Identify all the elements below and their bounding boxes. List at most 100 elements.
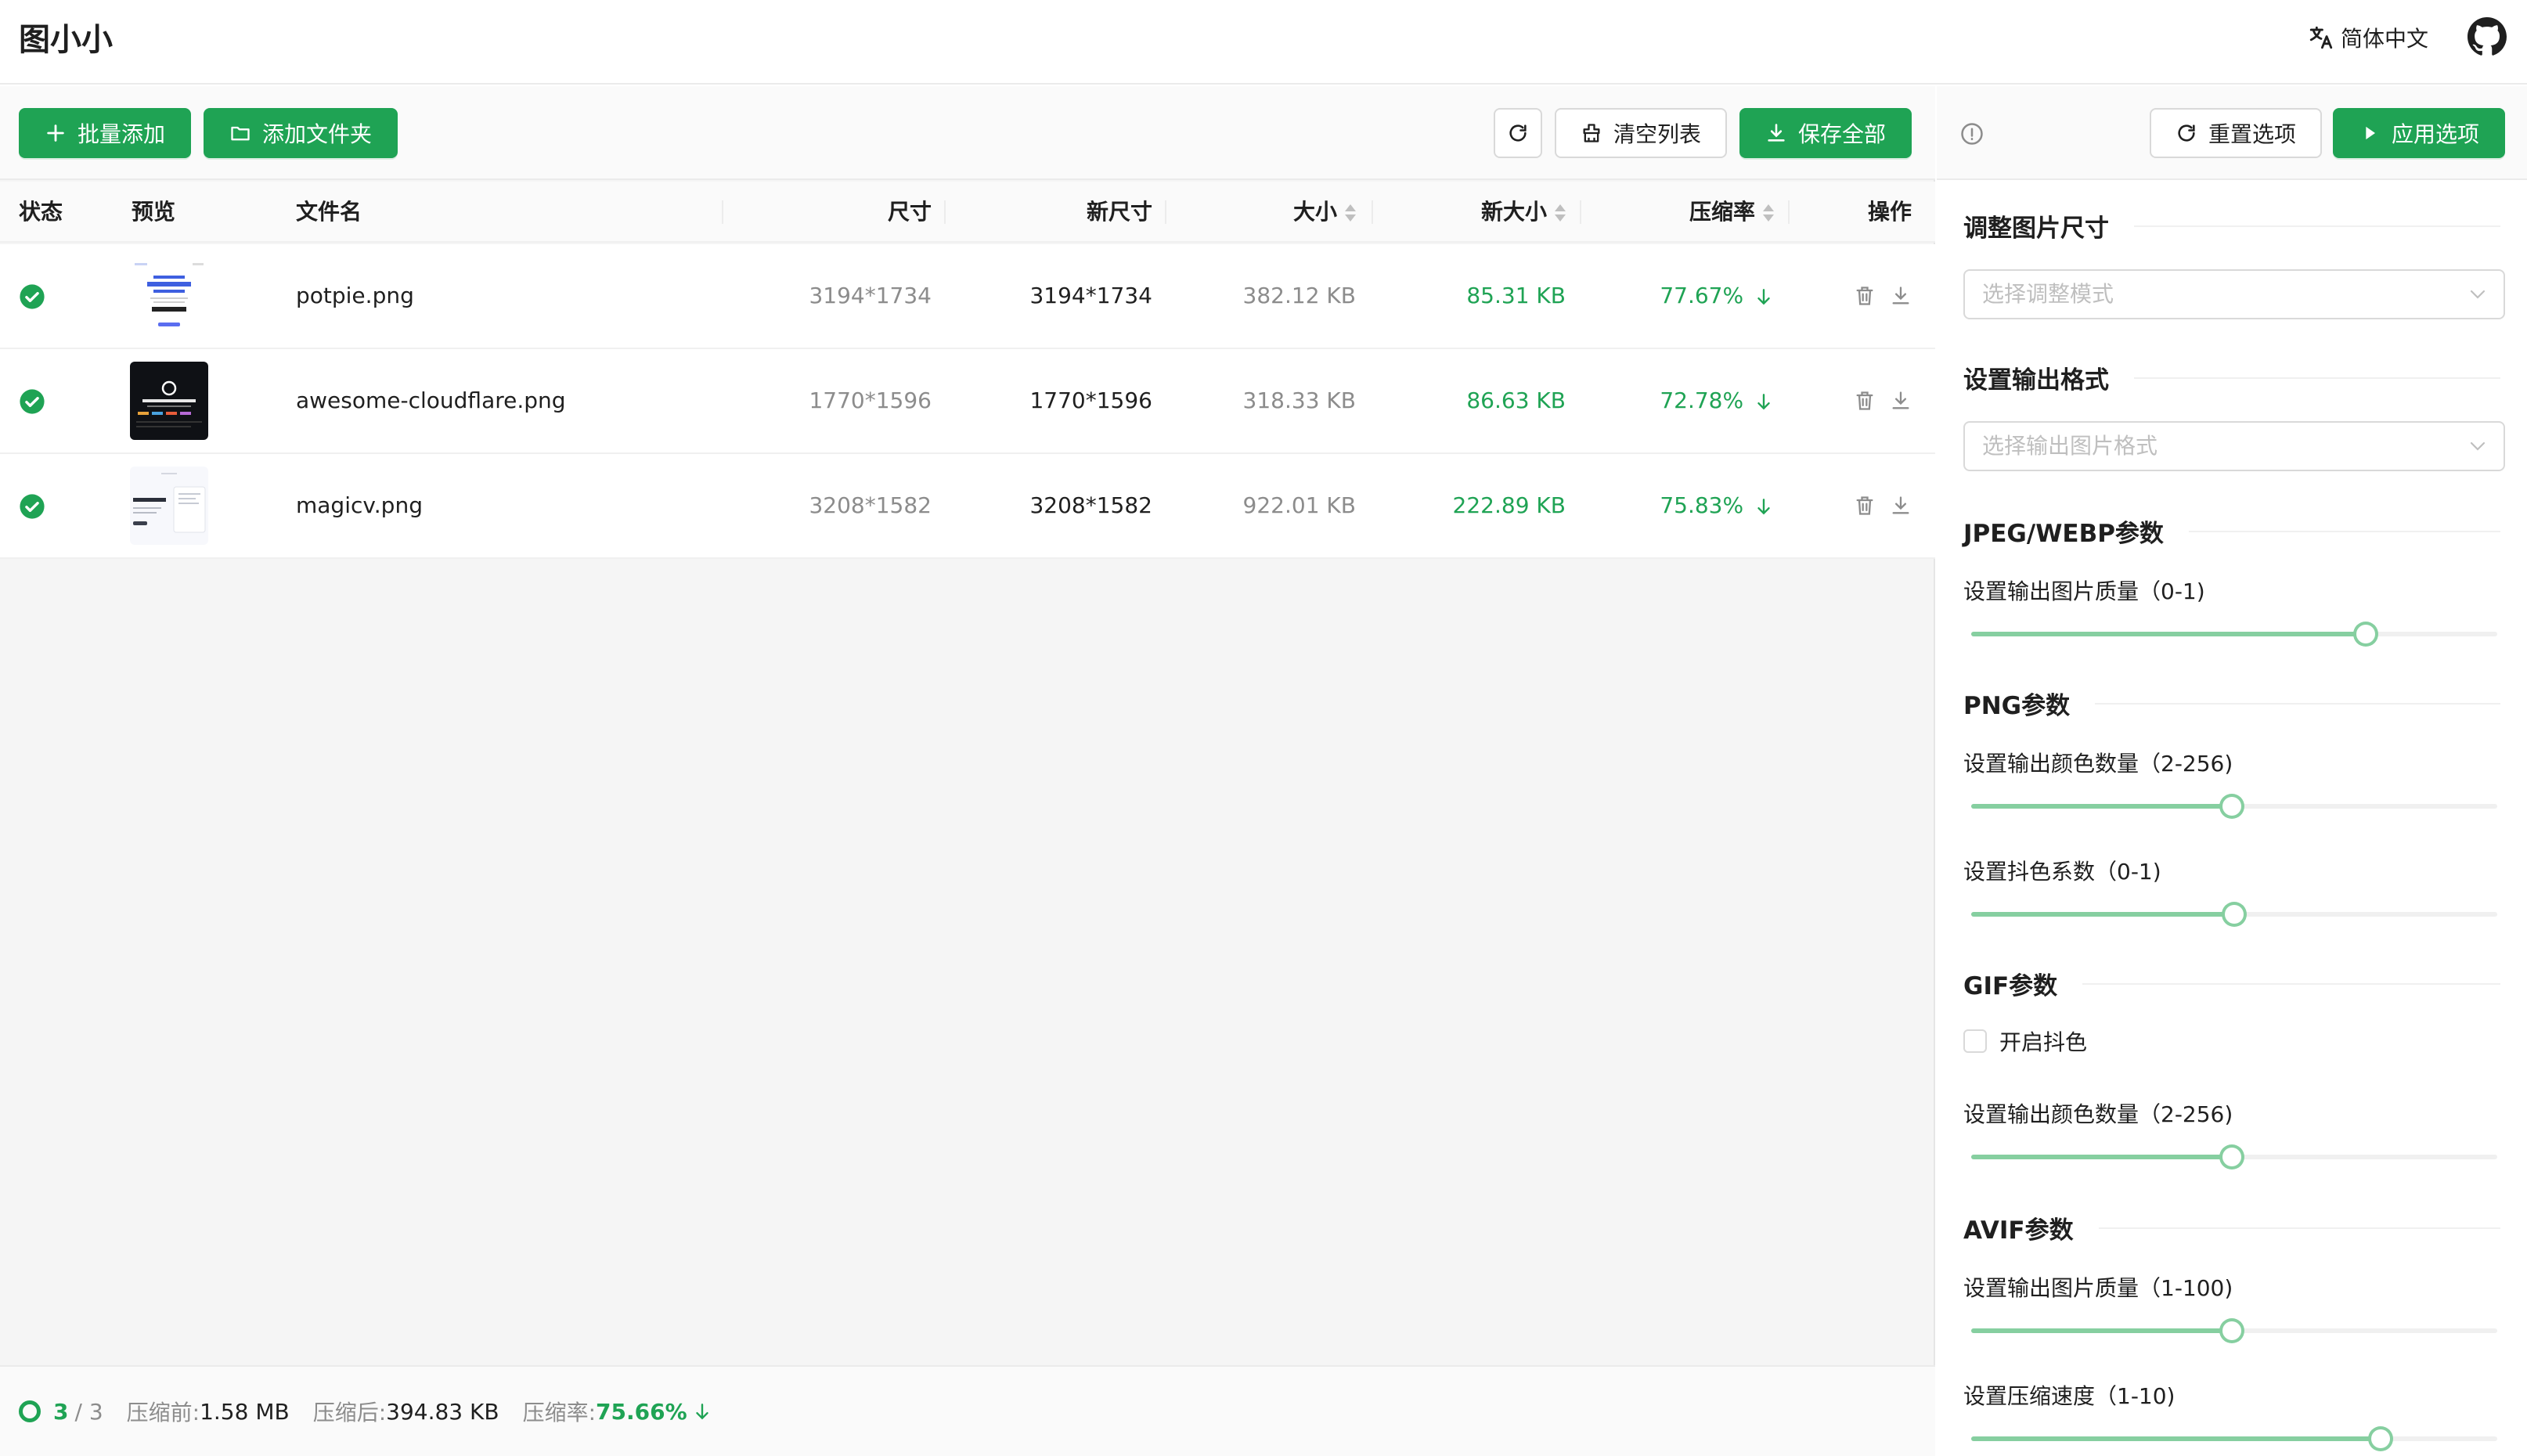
avif-speed-label: 设置压缩速度（1-10): [1963, 1383, 2176, 1409]
png-colors-slider[interactable]: [1963, 794, 2505, 819]
column-rate-label: 压缩率: [1689, 199, 1755, 225]
resize-mode-select[interactable]: 选择调整模式: [1963, 269, 2505, 319]
arrow-down-icon: [1757, 289, 1770, 305]
delete-icon[interactable]: [1854, 495, 1876, 517]
slider-handle[interactable]: [2356, 625, 2375, 643]
format-section-title: 设置输出格式: [1963, 360, 2500, 395]
avif-speed-slider[interactable]: [1963, 1426, 2505, 1451]
toolbar: 批量添加 添加文件夹 清空列表 保存全部: [0, 86, 1935, 180]
slider-handle[interactable]: [2222, 1148, 2242, 1166]
clear-list-button[interactable]: 清空列表: [1555, 108, 1727, 158]
delete-icon[interactable]: [1854, 390, 1876, 412]
download-icon[interactable]: [1890, 285, 1912, 307]
download-icon[interactable]: [1890, 390, 1912, 412]
gif-dither-checkbox[interactable]: [1963, 1029, 1987, 1053]
reset-icon: [2178, 124, 2195, 142]
after-size-label: 压缩后:: [312, 1400, 387, 1425]
column-new-size[interactable]: 新大小: [1481, 182, 1566, 243]
after-size-value: 394.83 KB: [386, 1398, 499, 1425]
language-switcher[interactable]: 简体中文: [2308, 22, 2428, 53]
column-rate[interactable]: 压缩率: [1689, 182, 1774, 243]
output-format-select[interactable]: 选择输出图片格式: [1963, 421, 2505, 471]
slider-handle[interactable]: [2370, 1429, 2390, 1448]
column-preview: 预览: [132, 199, 176, 225]
download-icon[interactable]: [1890, 495, 1912, 517]
new-dimension: 3208*1582: [1029, 492, 1152, 518]
new-size: 85.31 KB: [1466, 283, 1566, 308]
slider-track: [1971, 632, 2366, 636]
refresh-icon: [1509, 124, 1527, 142]
column-dimension: 尺寸: [887, 199, 932, 225]
gif-colors-slider[interactable]: [1963, 1144, 2505, 1169]
options-toolbar: 重置选项 应用选项: [1937, 86, 2527, 180]
preview-thumbnail[interactable]: [130, 362, 208, 440]
delete-icon[interactable]: [1854, 285, 1876, 307]
app-title: 图小小: [19, 22, 113, 58]
avif-quality-slider[interactable]: [1963, 1318, 2505, 1343]
jpeg-quality-slider[interactable]: [1963, 622, 2505, 647]
slider-handle[interactable]: [2225, 905, 2244, 924]
chevron-down-icon: [2470, 441, 2486, 451]
clear-list-label: 清空列表: [1613, 121, 1701, 147]
reset-options-button[interactable]: 重置选项: [2150, 108, 2322, 158]
refresh-button[interactable]: [1494, 108, 1542, 158]
compression-rate: 77.67%: [1660, 244, 1774, 348]
info-icon[interactable]: [1960, 122, 1984, 146]
avif-section-title: AVIF参数: [1963, 1210, 2500, 1245]
slider-handle[interactable]: [2222, 1321, 2241, 1340]
file-name: potpie.png: [296, 283, 414, 308]
gif-section-title: GIF参数: [1963, 966, 2500, 1001]
arrow-down-icon: [1757, 499, 1770, 515]
compression-rate-value: 75.83%: [1660, 492, 1744, 518]
jpeg-section-title: JPEG/WEBP参数: [1963, 514, 2500, 549]
column-new-dimension: 新尺寸: [1086, 199, 1152, 225]
apply-options-button[interactable]: 应用选项: [2333, 108, 2505, 158]
slider-track: [1971, 804, 2233, 809]
output-format-placeholder: 选择输出图片格式: [1982, 433, 2158, 459]
add-folder-label: 添加文件夹: [261, 121, 372, 147]
preview-thumbnail[interactable]: [130, 467, 208, 545]
resize-mode-placeholder: 选择调整模式: [1982, 281, 2114, 307]
batch-add-button[interactable]: 批量添加: [19, 108, 191, 158]
avif-quality-label: 设置输出图片质量（1-100): [1963, 1275, 2233, 1301]
slider-track: [1971, 1436, 2381, 1441]
compression-rate-value: 77.67%: [1660, 283, 1744, 308]
download-icon: [1768, 124, 1785, 142]
slider-handle[interactable]: [2222, 797, 2242, 816]
before-size-label: 压缩前:: [126, 1400, 200, 1425]
original-dimension: 3208*1582: [809, 492, 932, 518]
add-folder-button[interactable]: 添加文件夹: [204, 108, 398, 158]
original-size: 922.01 KB: [1242, 492, 1356, 518]
check-circle-icon: [20, 494, 45, 519]
resize-section-title: 调整图片尺寸: [1963, 208, 2500, 243]
new-size: 86.63 KB: [1466, 387, 1566, 413]
preview-thumbnail[interactable]: [130, 257, 208, 335]
original-size: 318.33 KB: [1242, 387, 1356, 413]
file-name: magicv.png: [296, 492, 423, 518]
column-divider: [1372, 200, 1373, 224]
png-dither-label: 设置抖色系数（0-1): [1963, 859, 2161, 885]
column-actions: 操作: [1867, 199, 1912, 225]
translate-icon: [2309, 26, 2333, 49]
column-status: 状态: [19, 199, 63, 225]
file-panel: 批量添加 添加文件夹 清空列表 保存全部 状态 预览 文件名 尺寸 新尺寸 大小: [0, 86, 1935, 1456]
sort-icon: [1345, 203, 1356, 223]
jpeg-quality-label: 设置输出图片质量（0-1): [1963, 578, 2205, 604]
table-row: potpie.png 3194*1734 3194*1734 382.12 KB…: [0, 244, 1935, 349]
new-dimension: 1770*1596: [1029, 387, 1152, 413]
slider-track: [1971, 1155, 2233, 1159]
gif-dither-toggle[interactable]: 开启抖色: [1963, 1025, 2087, 1057]
png-dither-slider[interactable]: [1963, 902, 2505, 927]
table-header: 状态 预览 文件名 尺寸 新尺寸 大小 新大小 压缩率 操作: [0, 182, 1935, 243]
chevron-down-icon: [2470, 290, 2486, 299]
apply-options-label: 应用选项: [2391, 121, 2479, 147]
column-divider: [1165, 200, 1166, 224]
save-all-button[interactable]: 保存全部: [1739, 108, 1912, 158]
file-name: awesome-cloudflare.png: [296, 387, 566, 413]
github-icon[interactable]: [2468, 17, 2507, 56]
sort-icon: [1763, 203, 1774, 223]
column-size[interactable]: 大小: [1293, 182, 1356, 243]
clear-icon: [1583, 124, 1600, 142]
column-size-label: 大小: [1292, 199, 1337, 225]
slider-track: [1971, 912, 2234, 917]
